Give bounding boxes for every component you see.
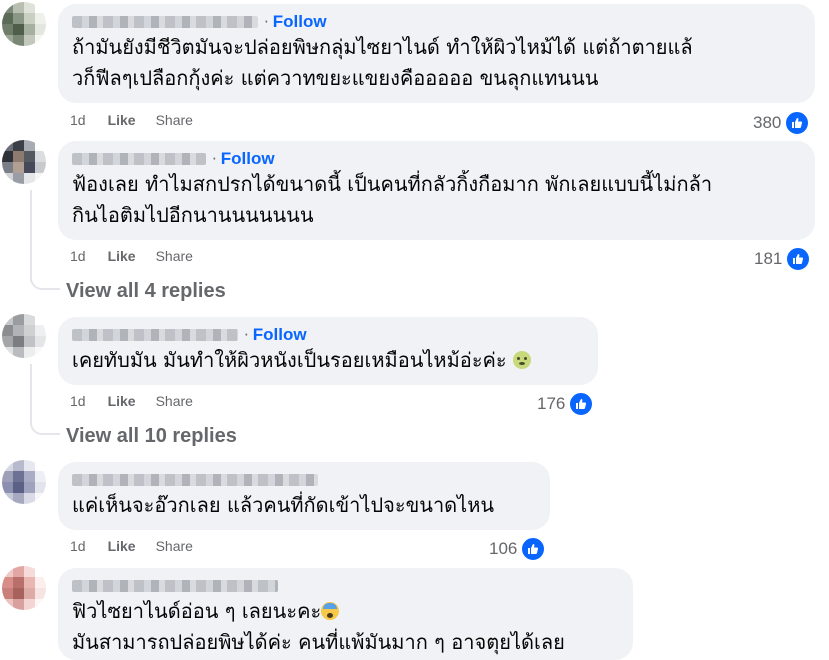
comment-bubble: แค่เห็นจะอ๊วกเลย แล้วคนที่กัดเข้าไปจะขนา…: [58, 462, 550, 530]
anxious-face-icon: [321, 602, 340, 620]
share-button[interactable]: Share: [156, 248, 193, 264]
like-reaction-icon: [520, 536, 547, 562]
avatar[interactable]: [2, 314, 46, 358]
like-reaction-icon: [785, 246, 812, 272]
comment-bubble: · Follow ถ้ามันยังมีชีวิตมันจะปล่อยพิษกล…: [58, 4, 815, 103]
comment-text: เคยทับมัน มันทำให้ผิวหนังเป็นรอยเหมือนไห…: [72, 345, 586, 376]
like-button[interactable]: Like: [108, 538, 136, 554]
avatar[interactable]: [2, 2, 46, 46]
author-name[interactable]: [72, 153, 206, 165]
share-button[interactable]: Share: [156, 112, 193, 128]
reaction-count-value: 176: [537, 394, 566, 413]
comment-bubble: · Follow เคยทับมัน มันทำให้ผิวหนังเป็นรอ…: [58, 317, 598, 385]
separator: ·: [244, 326, 249, 344]
reaction-count[interactable]: 181: [754, 246, 812, 272]
comment-bubble: · Follow ฟ้องเลย ทำไมสกปรกได้ขนาดนี้ เป็…: [58, 141, 815, 240]
thread-line: [30, 190, 32, 282]
comment-time[interactable]: 1d: [70, 248, 86, 264]
reaction-count[interactable]: 176: [537, 391, 595, 417]
comment-text: ฟิวไซยาไนด์อ่อน ๆ เลยนะคะ: [72, 596, 621, 627]
thread-connector: [30, 417, 60, 435]
like-reaction-icon: [784, 110, 811, 136]
follow-button[interactable]: Follow: [273, 12, 327, 32]
comment-actions: 1d Like Share: [70, 248, 193, 264]
author-name[interactable]: [72, 16, 258, 28]
like-button[interactable]: Like: [108, 112, 136, 128]
comment-time[interactable]: 1d: [70, 393, 86, 409]
thread-connector: [30, 272, 60, 290]
reaction-count-value: 181: [754, 249, 783, 268]
follow-button[interactable]: Follow: [221, 149, 275, 169]
comment-text: วก็ฟีลๆเปลือกกุ้งค่ะ แต่ควาทขยะแขยงคือออ…: [72, 66, 599, 90]
comment-text: ถ้ามันยังมีชีวิตมันจะปล่อยพิษกลุ่มไซยาไน…: [72, 35, 693, 59]
reaction-count-value: 106: [489, 539, 518, 558]
comment-text: มันสามารถปล่อยพิษได้ค่ะ คนที่แพ้มันมาก ๆ…: [72, 630, 565, 654]
author-name[interactable]: [72, 580, 278, 592]
comment-text: ฟ้องเลย ทำไมสกปรกได้ขนาดนี้ เป็นคนที่กลั…: [72, 172, 713, 196]
avatar[interactable]: [2, 566, 46, 610]
comment-text: แค่เห็นจะอ๊วกเลย แล้วคนที่กัดเข้าไปจะขนา…: [72, 493, 495, 517]
comment-author: [72, 470, 538, 490]
comment-author: · Follow: [72, 12, 803, 32]
comment-text: กินไอติมไปอีกนานนนนนนน: [72, 203, 314, 227]
follow-button[interactable]: Follow: [253, 325, 307, 345]
comment-actions: 1d Like Share: [70, 112, 193, 128]
nauseated-face-icon: [513, 351, 532, 369]
share-button[interactable]: Share: [156, 538, 193, 554]
reaction-count[interactable]: 380: [753, 110, 811, 136]
comment-actions: 1d Like Share: [70, 393, 193, 409]
separator: ·: [212, 150, 217, 168]
comment-author: · Follow: [72, 149, 803, 169]
avatar[interactable]: [2, 460, 46, 504]
like-button[interactable]: Like: [108, 393, 136, 409]
author-name[interactable]: [72, 474, 318, 486]
comment-author: [72, 576, 621, 596]
author-name[interactable]: [72, 329, 238, 341]
reaction-count-value: 380: [753, 113, 782, 132]
view-replies-link[interactable]: View all 4 replies: [66, 280, 226, 303]
comment-author: · Follow: [72, 325, 586, 345]
view-replies-link[interactable]: View all 10 replies: [66, 425, 237, 448]
comment-text-content: ฟิวไซยาไนด์อ่อน ๆ เลยนะคะ: [72, 599, 322, 623]
share-button[interactable]: Share: [156, 393, 193, 409]
avatar[interactable]: [2, 140, 46, 184]
separator: ·: [264, 13, 269, 31]
comment-bubble: ฟิวไซยาไนด์อ่อน ๆ เลยนะคะ มันสามารถปล่อย…: [58, 568, 633, 660]
reaction-count[interactable]: 106: [489, 536, 547, 562]
comment-text-content: เคยทับมัน มันทำให้ผิวหนังเป็นรอยเหมือนไห…: [72, 348, 507, 372]
comment-actions: 1d Like Share: [70, 538, 193, 554]
like-reaction-icon: [568, 391, 595, 417]
comment-time[interactable]: 1d: [70, 112, 86, 128]
comment-time[interactable]: 1d: [70, 538, 86, 554]
like-button[interactable]: Like: [108, 248, 136, 264]
